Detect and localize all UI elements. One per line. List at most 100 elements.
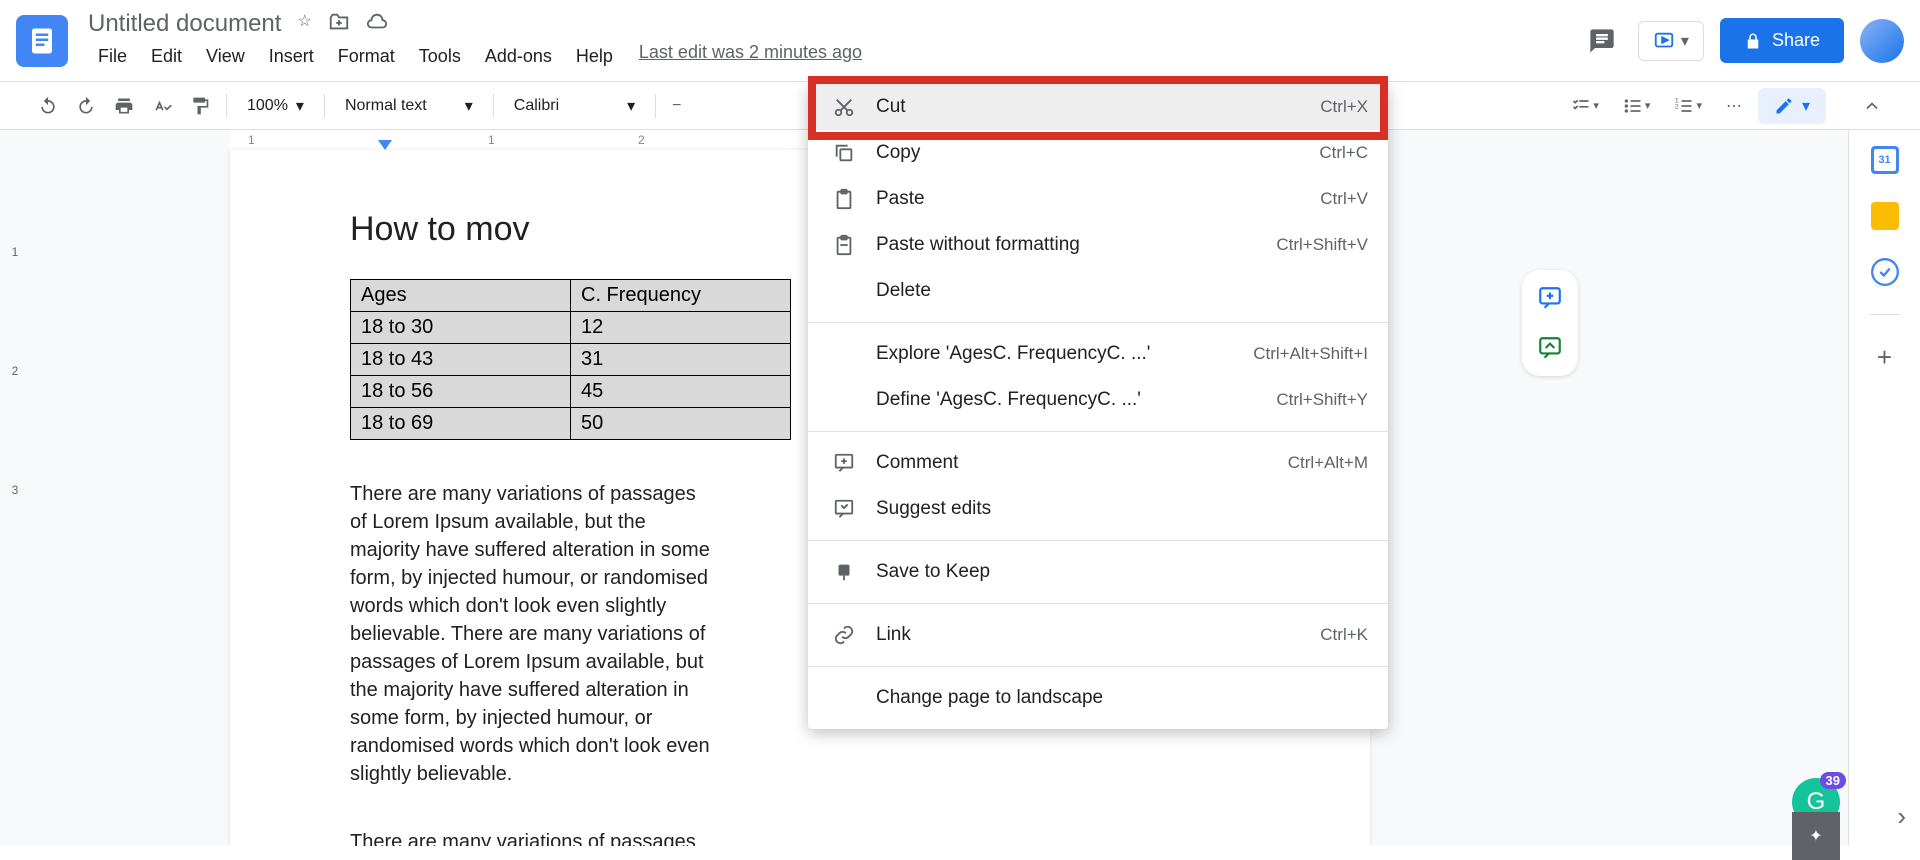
print-button[interactable] bbox=[106, 90, 142, 122]
suggest-edit-button[interactable] bbox=[1532, 330, 1568, 366]
ctx-shortcut: Ctrl+Shift+Y bbox=[1276, 390, 1368, 410]
menu-separator bbox=[808, 431, 1388, 432]
ctx-label: Define 'AgesC. FrequencyC. ...' bbox=[876, 389, 1276, 411]
comments-button[interactable] bbox=[1582, 21, 1622, 61]
collapse-button[interactable] bbox=[1854, 90, 1890, 122]
keep-icon bbox=[828, 561, 860, 583]
paste-plain-icon bbox=[828, 234, 860, 256]
calendar-app-icon[interactable]: 31 bbox=[1871, 146, 1899, 174]
link-icon bbox=[828, 624, 860, 646]
ctx-comment[interactable]: CommentCtrl+Alt+M bbox=[808, 440, 1388, 486]
share-button[interactable]: Share bbox=[1720, 18, 1844, 63]
checklist-button[interactable]: ▾ bbox=[1563, 90, 1607, 122]
ctx-label: Paste without formatting bbox=[876, 234, 1276, 256]
format-paint-button[interactable] bbox=[182, 90, 218, 122]
context-menu: CutCtrl+XCopyCtrl+CPasteCtrl+VPaste with… bbox=[808, 84, 1388, 729]
font-size-decrease[interactable]: − bbox=[664, 91, 689, 121]
more-button[interactable]: ⋯ bbox=[1718, 90, 1750, 122]
ctx-explore-agesc-frequencyc-[interactable]: Explore 'AgesC. FrequencyC. ...'Ctrl+Alt… bbox=[808, 331, 1388, 377]
undo-button[interactable] bbox=[30, 90, 66, 122]
menu-separator bbox=[808, 666, 1388, 667]
cut-icon bbox=[828, 96, 860, 118]
ctx-shortcut: Ctrl+K bbox=[1320, 625, 1368, 645]
ctx-label: Change page to landscape bbox=[876, 687, 1368, 709]
redo-button[interactable] bbox=[68, 90, 104, 122]
menu-addons[interactable]: Add-ons bbox=[475, 42, 562, 71]
menu-view[interactable]: View bbox=[196, 42, 255, 71]
ctx-label: Explore 'AgesC. FrequencyC. ...' bbox=[876, 343, 1253, 365]
present-button[interactable]: ▾ bbox=[1638, 21, 1704, 61]
avatar[interactable] bbox=[1860, 19, 1904, 63]
header: Untitled document ☆ File Edit View Inser… bbox=[0, 0, 1920, 82]
comment-icon bbox=[828, 452, 860, 474]
copy-icon bbox=[828, 142, 860, 164]
chevron-down-icon: ▾ bbox=[1681, 31, 1689, 51]
bullet-list-button[interactable]: ▾ bbox=[1615, 90, 1659, 122]
ctx-shortcut: Ctrl+Alt+Shift+I bbox=[1253, 344, 1368, 364]
chevron-down-icon: ▾ bbox=[465, 96, 473, 116]
menu-file[interactable]: File bbox=[88, 42, 137, 71]
ctx-label: Suggest edits bbox=[876, 498, 1368, 520]
menu-separator bbox=[808, 322, 1388, 323]
ctx-label: Cut bbox=[876, 96, 1320, 118]
doc-title[interactable]: Untitled document bbox=[88, 10, 281, 38]
svg-text:2: 2 bbox=[1675, 103, 1679, 110]
indent-marker[interactable] bbox=[378, 140, 392, 150]
spellcheck-button[interactable] bbox=[144, 90, 180, 122]
zoom-select[interactable]: 100%▾ bbox=[235, 90, 316, 122]
comment-suggest-buttons bbox=[1522, 270, 1578, 376]
last-edit[interactable]: Last edit was 2 minutes ago bbox=[639, 42, 862, 71]
ctx-label: Link bbox=[876, 624, 1320, 646]
right-sidebar: 31 + bbox=[1848, 130, 1920, 846]
ctx-label: Copy bbox=[876, 142, 1319, 164]
menu-format[interactable]: Format bbox=[328, 42, 405, 71]
badge-count: 39 bbox=[1820, 772, 1846, 789]
menu-insert[interactable]: Insert bbox=[259, 42, 324, 71]
tasks-app-icon[interactable] bbox=[1871, 258, 1899, 286]
star-icon[interactable]: ☆ bbox=[297, 11, 311, 38]
title-area: Untitled document ☆ File Edit View Inser… bbox=[88, 10, 1582, 71]
menu-help[interactable]: Help bbox=[566, 42, 623, 71]
font-select[interactable]: Calibri▾ bbox=[502, 90, 647, 122]
ctx-change-page-to-landscape[interactable]: Change page to landscape bbox=[808, 675, 1388, 721]
table-row: 18 to 5645 bbox=[351, 376, 791, 408]
ctx-suggest-edits[interactable]: Suggest edits bbox=[808, 486, 1388, 532]
ctx-save-to-keep[interactable]: Save to Keep bbox=[808, 549, 1388, 595]
number-list-button[interactable]: 12▾ bbox=[1666, 90, 1710, 122]
ctx-paste[interactable]: PasteCtrl+V bbox=[808, 176, 1388, 222]
style-select[interactable]: Normal text▾ bbox=[333, 90, 485, 122]
add-comment-button[interactable] bbox=[1532, 280, 1568, 316]
ctx-copy[interactable]: CopyCtrl+C bbox=[808, 130, 1388, 176]
chevron-down-icon: ▾ bbox=[296, 96, 304, 116]
menu-tools[interactable]: Tools bbox=[409, 42, 471, 71]
ctx-shortcut: Ctrl+Alt+M bbox=[1288, 453, 1368, 473]
move-icon[interactable] bbox=[328, 11, 350, 38]
chevron-down-icon: ▾ bbox=[1802, 96, 1810, 116]
ctx-shortcut: Ctrl+V bbox=[1320, 189, 1368, 209]
docs-logo[interactable] bbox=[16, 15, 68, 67]
menu-edit[interactable]: Edit bbox=[141, 42, 192, 71]
keep-app-icon[interactable] bbox=[1871, 202, 1899, 230]
table-row: 18 to 4331 bbox=[351, 344, 791, 376]
hide-sidebar-button[interactable]: › bbox=[1897, 801, 1906, 832]
menubar: File Edit View Insert Format Tools Add-o… bbox=[88, 42, 1582, 71]
ctx-shortcut: Ctrl+Shift+V bbox=[1276, 235, 1368, 255]
ctx-delete[interactable]: Delete bbox=[808, 268, 1388, 314]
ctx-label: Paste bbox=[876, 188, 1320, 210]
data-table[interactable]: AgesC. Frequency 18 to 3012 18 to 4331 1… bbox=[350, 279, 791, 440]
menu-separator bbox=[808, 603, 1388, 604]
paragraph: There are many variations of passages of… bbox=[350, 480, 710, 788]
add-app-icon[interactable]: + bbox=[1871, 343, 1899, 371]
ctx-shortcut: Ctrl+C bbox=[1319, 143, 1368, 163]
edit-mode-button[interactable]: ▾ bbox=[1758, 88, 1826, 124]
ctx-paste-without-formatting[interactable]: Paste without formattingCtrl+Shift+V bbox=[808, 222, 1388, 268]
cloud-icon[interactable] bbox=[366, 11, 388, 38]
ctx-cut[interactable]: CutCtrl+X bbox=[808, 84, 1388, 130]
ctx-define-agesc-frequencyc-[interactable]: Define 'AgesC. FrequencyC. ...'Ctrl+Shif… bbox=[808, 377, 1388, 423]
table-row: 18 to 6950 bbox=[351, 408, 791, 440]
share-label: Share bbox=[1772, 30, 1820, 51]
ctx-label: Comment bbox=[876, 452, 1288, 474]
ctx-link[interactable]: LinkCtrl+K bbox=[808, 612, 1388, 658]
explore-button[interactable]: ✦ bbox=[1792, 812, 1840, 860]
menu-separator bbox=[808, 540, 1388, 541]
